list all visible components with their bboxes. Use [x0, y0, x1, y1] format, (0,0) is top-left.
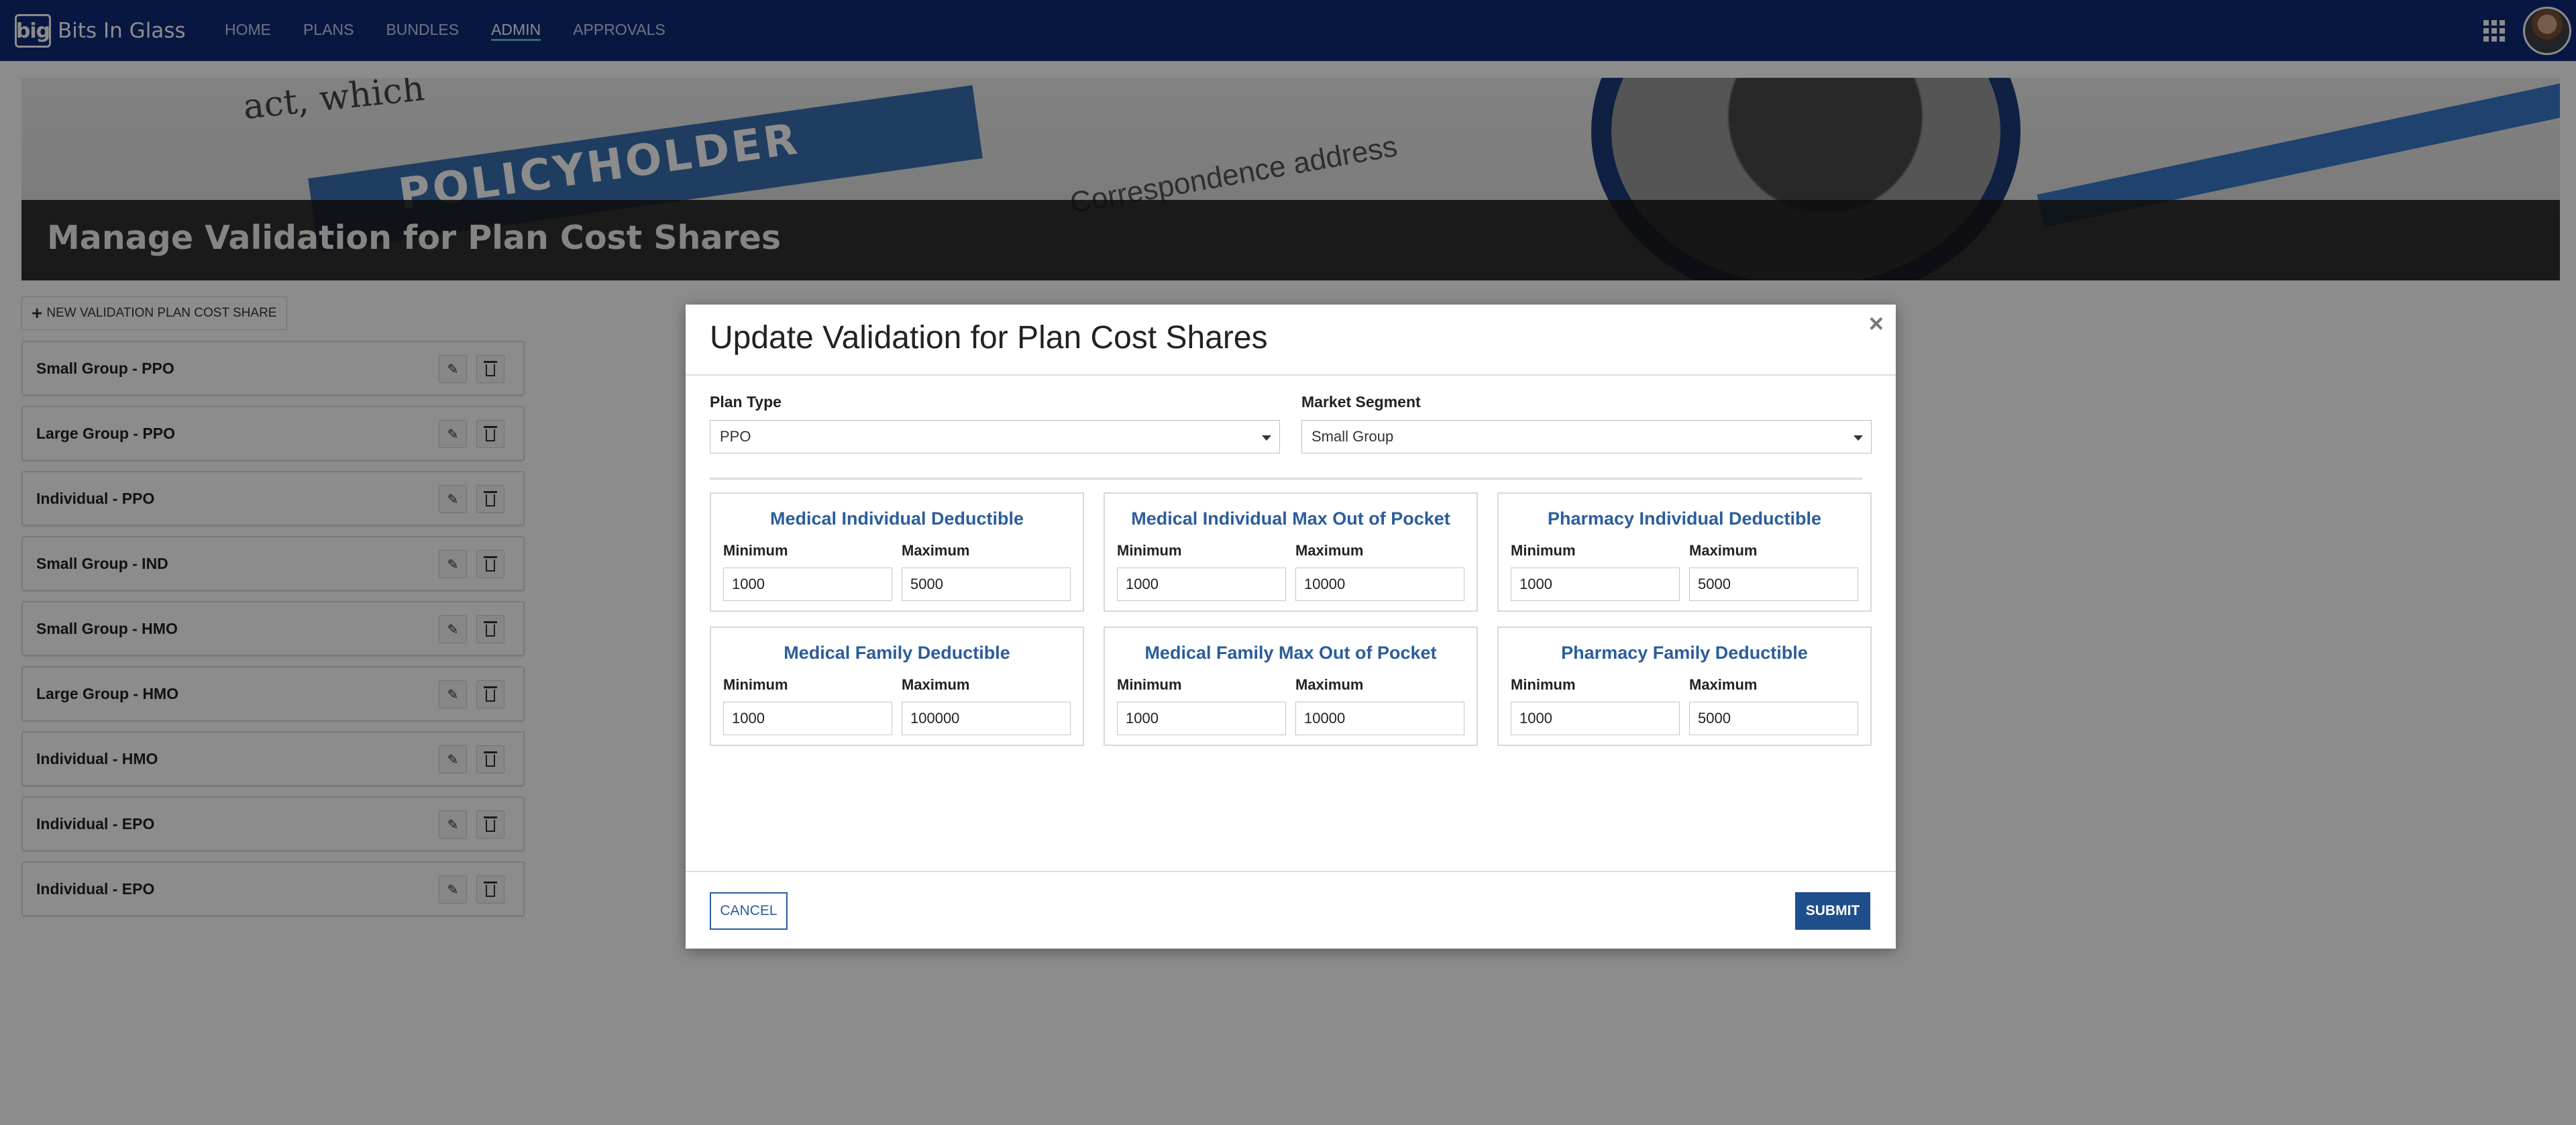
- card-title: Medical Family Max Out of Pocket: [1144, 643, 1437, 663]
- maximum-input[interactable]: 5000: [1689, 568, 1858, 601]
- minimum-label: Minimum: [1511, 676, 1576, 693]
- maximum-input[interactable]: 100000: [902, 702, 1071, 735]
- divider: [686, 374, 1896, 376]
- chevron-down-icon: [1262, 435, 1271, 441]
- minimum-label: Minimum: [723, 676, 788, 693]
- medical-individual-deductible-card: Medical Individual Deductible Minimum Ma…: [710, 492, 1084, 612]
- maximum-label: Maximum: [1295, 542, 1364, 559]
- medical-family-deductible-card: Medical Family Deductible Minimum Maximu…: [710, 627, 1084, 746]
- card-title: Pharmacy Individual Deductible: [1547, 508, 1822, 529]
- minimum-input[interactable]: 1000: [723, 702, 892, 735]
- maximum-input[interactable]: 10000: [1295, 702, 1464, 735]
- minimum-label: Minimum: [1117, 676, 1182, 693]
- maximum-input[interactable]: 5000: [902, 568, 1071, 601]
- plan-type-select[interactable]: PPO: [710, 420, 1280, 453]
- pharmacy-individual-deductible-card: Pharmacy Individual Deductible Minimum M…: [1497, 492, 1872, 612]
- minimum-input[interactable]: 1000: [1511, 702, 1680, 735]
- plan-type-value: PPO: [720, 428, 751, 445]
- submit-button[interactable]: SUBMIT: [1795, 892, 1870, 930]
- maximum-label: Maximum: [902, 676, 970, 693]
- card-title: Medical Family Deductible: [784, 643, 1010, 663]
- medical-family-max-oop-card: Medical Family Max Out of Pocket Minimum…: [1104, 627, 1478, 746]
- divider: [686, 871, 1896, 872]
- minimum-input[interactable]: 1000: [1117, 702, 1286, 735]
- market-segment-value: Small Group: [1311, 428, 1394, 445]
- maximum-label: Maximum: [1295, 676, 1364, 693]
- close-icon[interactable]: ×: [1869, 310, 1884, 339]
- maximum-input[interactable]: 5000: [1689, 702, 1858, 735]
- maximum-input[interactable]: 10000: [1295, 568, 1464, 601]
- minimum-input[interactable]: 1000: [1117, 568, 1286, 601]
- card-title: Medical Individual Max Out of Pocket: [1131, 508, 1450, 529]
- minimum-label: Minimum: [723, 542, 788, 559]
- divider: [710, 478, 1862, 480]
- market-segment-select[interactable]: Small Group: [1301, 420, 1872, 453]
- maximum-label: Maximum: [902, 542, 970, 559]
- market-segment-label: Market Segment: [1301, 393, 1421, 411]
- minimum-input[interactable]: 1000: [1511, 568, 1680, 601]
- maximum-label: Maximum: [1689, 542, 1758, 559]
- card-title: Pharmacy Family Deductible: [1561, 643, 1808, 663]
- cancel-button[interactable]: CANCEL: [710, 892, 788, 930]
- update-validation-modal: × Update Validation for Plan Cost Shares…: [686, 305, 1896, 949]
- medical-individual-max-oop-card: Medical Individual Max Out of Pocket Min…: [1104, 492, 1478, 612]
- minimum-label: Minimum: [1117, 542, 1182, 559]
- minimum-label: Minimum: [1511, 542, 1576, 559]
- chevron-down-icon: [1854, 435, 1863, 441]
- pharmacy-family-deductible-card: Pharmacy Family Deductible Minimum Maxim…: [1497, 627, 1872, 746]
- minimum-input[interactable]: 1000: [723, 568, 892, 601]
- card-title: Medical Individual Deductible: [769, 508, 1024, 529]
- modal-title: Update Validation for Plan Cost Shares: [710, 320, 1268, 356]
- maximum-label: Maximum: [1689, 676, 1758, 693]
- plan-type-label: Plan Type: [710, 393, 782, 411]
